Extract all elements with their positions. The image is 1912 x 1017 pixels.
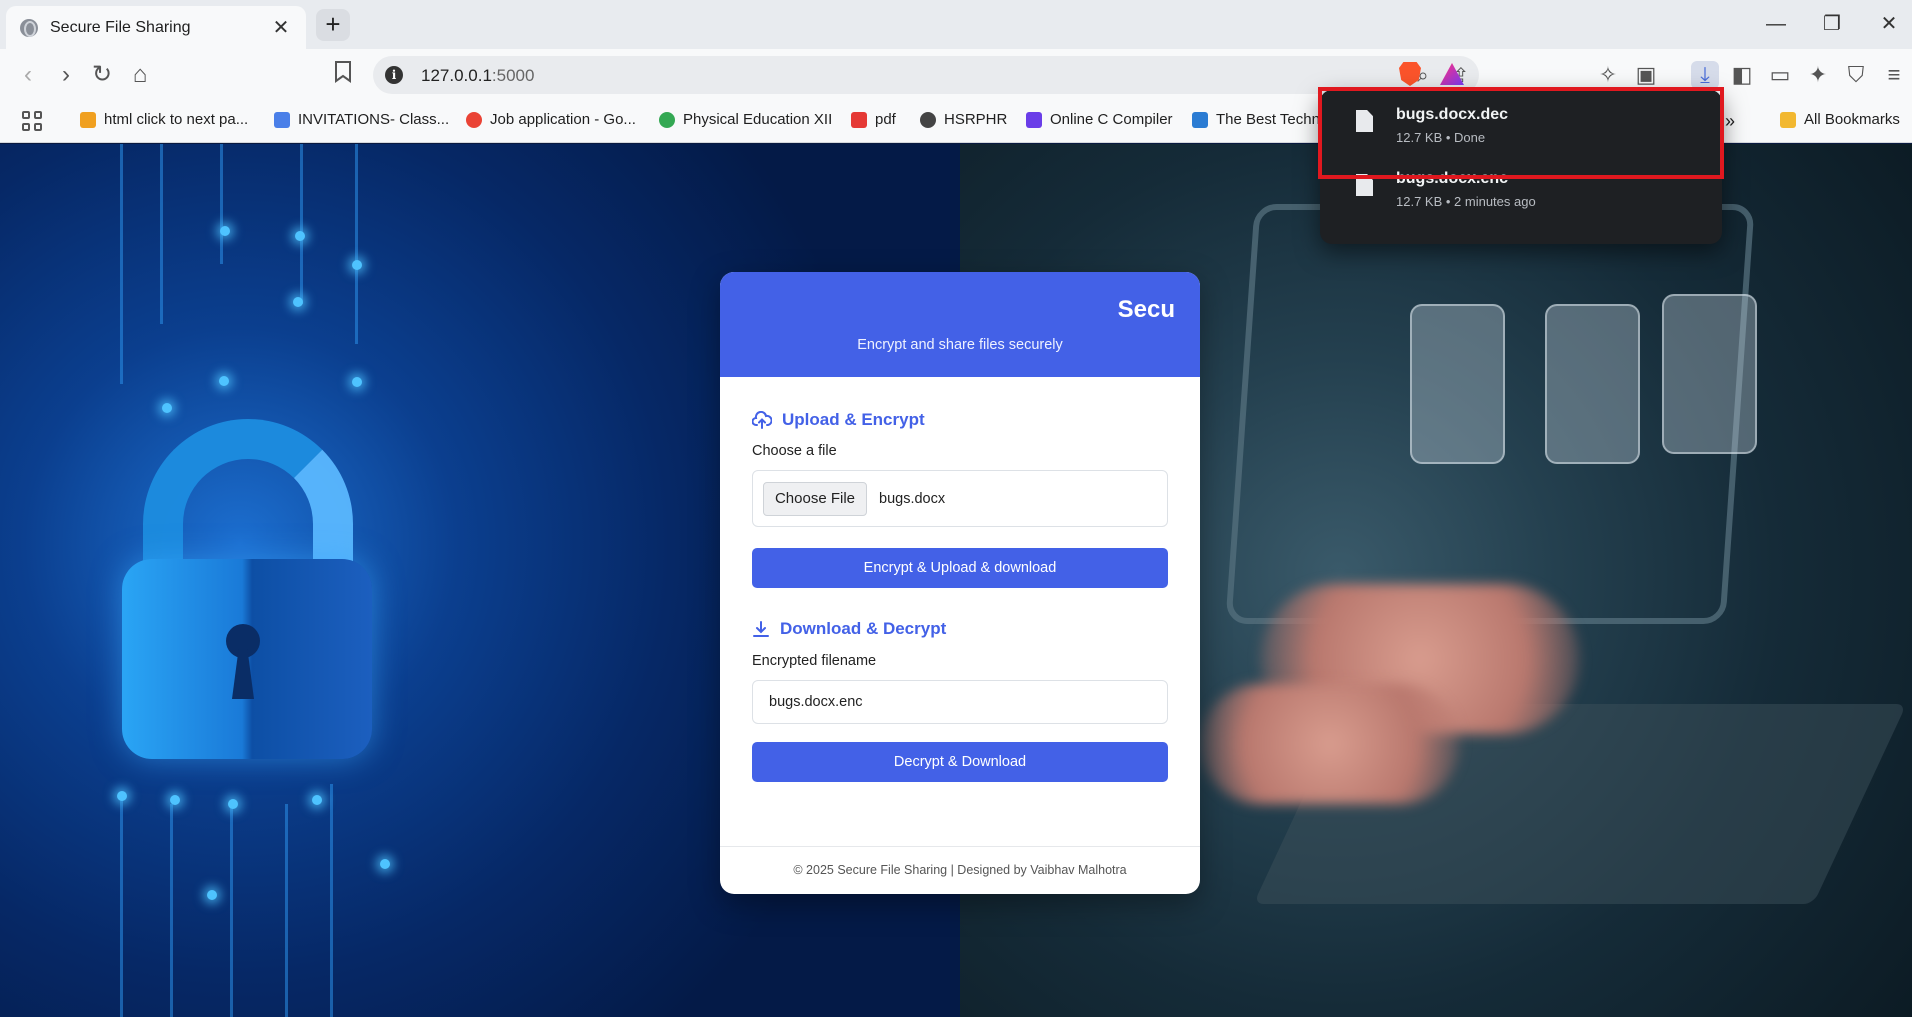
extensions-icon[interactable]: ✧ — [1594, 61, 1622, 89]
bookmark-item[interactable]: html click to next pa... — [80, 111, 248, 128]
compiler-icon — [1026, 111, 1042, 128]
card-title: Secu — [1117, 296, 1175, 323]
download-file-meta: 12.7 KB • 2 minutes ago — [1396, 194, 1536, 209]
screenshot-icon[interactable]: ▣ — [1632, 61, 1660, 89]
vpn-icon[interactable]: ⛉ — [1842, 61, 1870, 89]
upload-cloud-icon — [752, 411, 772, 429]
card-header: Secu Encrypt and share files securely — [720, 272, 1200, 377]
url-text: 127.0.0.1:5000 — [421, 66, 535, 85]
bookmark-icon[interactable] — [329, 61, 357, 89]
bookmark-item[interactable]: Physical Education XII — [659, 111, 832, 128]
encrypted-filename-input[interactable]: bugs.docx.enc — [752, 680, 1168, 724]
bookmark-item[interactable]: The Best Techn — [1192, 111, 1320, 128]
download-icon — [753, 621, 769, 637]
google-icon — [466, 111, 482, 128]
address-bar[interactable]: i 127.0.0.1:5000 ⌕ ⇪ — [373, 56, 1479, 94]
file-input[interactable]: Choose File bugs.docx — [752, 470, 1168, 527]
window-close-button[interactable]: ✕ — [1874, 10, 1904, 38]
google-icon — [659, 111, 675, 128]
reload-icon[interactable]: ↻ — [88, 61, 116, 89]
bookmark-item[interactable]: INVITATIONS- Class... — [274, 111, 449, 128]
bookmark-item[interactable]: Online C Compiler — [1026, 111, 1173, 128]
encrypt-upload-button[interactable]: Encrypt & Upload & download — [752, 548, 1168, 588]
globe-icon — [20, 18, 38, 37]
menu-icon[interactable]: ≡ — [1880, 61, 1908, 89]
browser-tab[interactable]: Secure File Sharing ✕ — [6, 6, 306, 49]
all-bookmarks[interactable]: All Bookmarks — [1780, 111, 1900, 128]
card-footer: © 2025 Secure File Sharing | Designed by… — [720, 846, 1200, 894]
folder-icon — [1780, 111, 1796, 128]
wallet-icon[interactable]: ▭ — [1766, 61, 1794, 89]
bookmark-item[interactable]: Job application - Go... — [466, 111, 636, 128]
docs-icon — [274, 111, 290, 128]
apps-icon[interactable] — [22, 111, 42, 131]
bookmark-item[interactable]: pdf — [851, 111, 896, 128]
encrypted-filename-label: Encrypted filename — [752, 653, 877, 669]
more-bookmarks-chevron-icon[interactable]: » — [1725, 111, 1735, 132]
choose-file-label: Choose a file — [752, 443, 837, 459]
annotation-highlight-box — [1318, 87, 1724, 179]
card-subtitle: Encrypt and share files securely — [857, 337, 1063, 353]
secure-file-card: Secu Encrypt and share files securely Up… — [720, 272, 1200, 894]
new-tab-button[interactable]: + — [316, 9, 350, 41]
tab-close-icon[interactable]: ✕ — [270, 15, 292, 40]
bookmark-favicon-icon — [80, 111, 96, 128]
restore-button[interactable]: ❐ — [1817, 10, 1847, 38]
sidebar-icon[interactable]: ◧ — [1728, 61, 1756, 89]
pdf-icon — [851, 111, 867, 128]
minimize-button[interactable]: — — [1761, 10, 1791, 38]
home-icon[interactable]: ⌂ — [126, 61, 154, 89]
bookmark-item[interactable]: HSRPHR — [920, 111, 1007, 128]
leo-ai-icon[interactable]: ✦ — [1804, 61, 1832, 89]
downloads-icon[interactable]: ⤓ — [1691, 61, 1719, 89]
bookmark-favicon-icon — [1192, 111, 1208, 128]
back-icon[interactable]: ‹ — [14, 61, 42, 89]
upload-section-heading: Upload & Encrypt — [752, 410, 925, 430]
download-section-heading: Download & Decrypt — [752, 619, 946, 639]
tab-title: Secure File Sharing — [50, 18, 191, 36]
tab-strip: Secure File Sharing ✕ + — ❐ ✕ — [0, 0, 1912, 49]
selected-file-name: bugs.docx — [879, 491, 946, 507]
forward-icon[interactable]: › — [52, 61, 80, 89]
globe-icon — [920, 111, 936, 128]
choose-file-button[interactable]: Choose File — [763, 482, 867, 516]
decrypt-download-button[interactable]: Decrypt & Download — [752, 742, 1168, 782]
site-info-icon[interactable]: i — [385, 66, 403, 84]
